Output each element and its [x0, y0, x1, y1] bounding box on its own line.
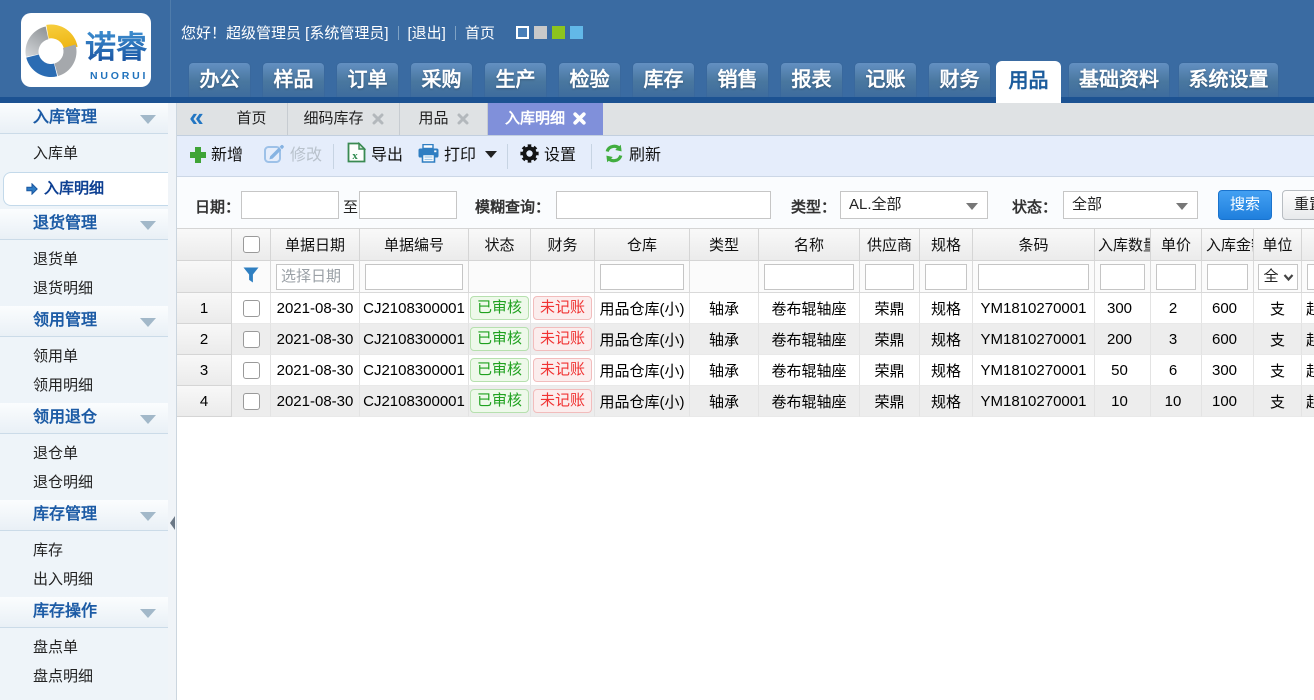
svg-text:诺睿: 诺睿: [85, 30, 148, 65]
svg-text:x: x: [352, 150, 358, 162]
